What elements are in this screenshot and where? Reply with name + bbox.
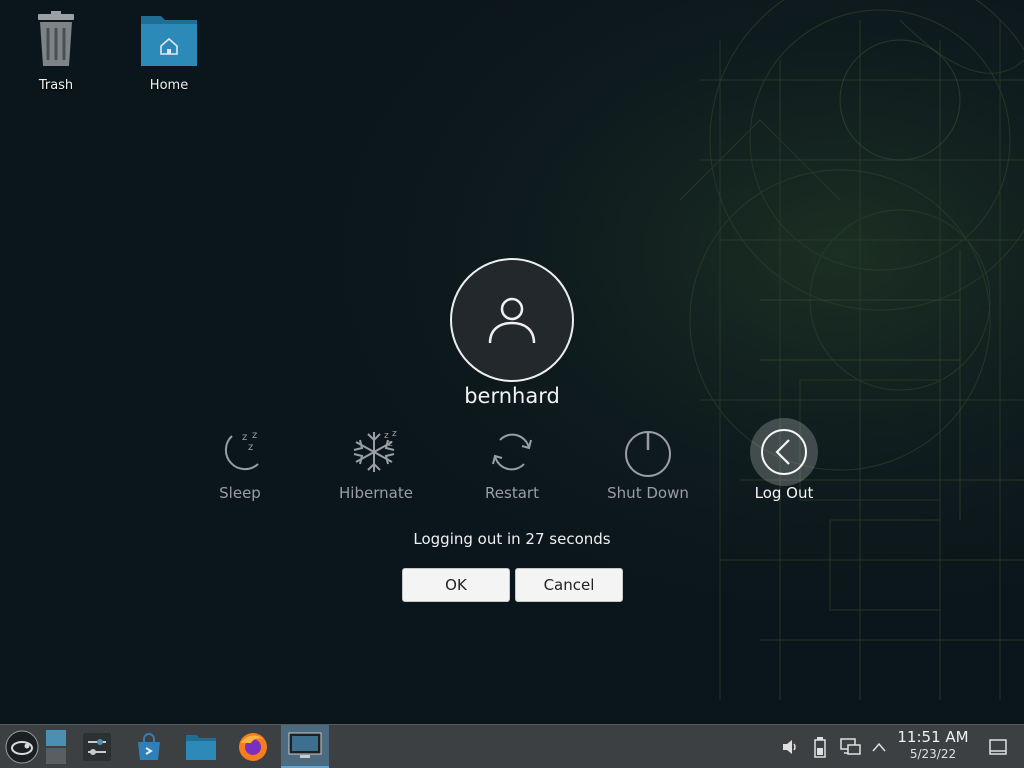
home-folder-icon [139, 8, 199, 72]
restart-label: Restart [485, 484, 539, 502]
snowflake-icon: z z z [342, 418, 410, 486]
sleep-label: Sleep [219, 484, 261, 502]
logout-button[interactable]: Log Out [724, 418, 844, 502]
cancel-button[interactable]: Cancel [515, 568, 623, 602]
svg-text:z: z [388, 439, 393, 449]
power-icon [614, 418, 682, 486]
sleep-button[interactable]: z z z Sleep [180, 418, 300, 502]
logout-label: Log Out [754, 484, 814, 502]
clock-time: 11:51 AM [897, 728, 969, 746]
taskbar-app-file-manager[interactable] [180, 725, 222, 768]
tray-battery[interactable] [808, 725, 832, 768]
taskbar: 11:51 AM 5/23/22 [0, 724, 1024, 768]
show-desktop-icon [989, 738, 1007, 755]
taskbar-app-system-settings[interactable] [76, 725, 118, 768]
desktop-icon-label: Home [149, 78, 189, 93]
svg-text:z: z [252, 430, 257, 441]
show-desktop-button[interactable] [984, 725, 1012, 768]
svg-text:z: z [392, 429, 397, 439]
tray-expand-icon [872, 742, 886, 751]
tray-network[interactable] [838, 725, 864, 768]
network-icon [840, 737, 861, 755]
shutdown-label: Shut Down [607, 484, 689, 502]
virtual-desktop-pager[interactable] [42, 725, 70, 768]
desktop-icon-home[interactable]: Home [124, 8, 214, 93]
username-label: bernhard [464, 384, 560, 408]
battery-icon [814, 736, 826, 758]
restart-button[interactable]: Restart [452, 418, 572, 502]
logout-countdown-text: Logging out in 27 seconds [413, 530, 611, 548]
trash-icon [26, 8, 86, 72]
desktop-icon-label: Trash [38, 78, 74, 93]
hibernate-label: Hibernate [339, 484, 413, 502]
user-icon [488, 297, 536, 344]
ok-button[interactable]: OK [402, 568, 510, 602]
system-settings-icon [83, 732, 111, 761]
discover-store-icon [138, 732, 160, 760]
taskbar-app-active-window[interactable] [281, 725, 329, 768]
tray-volume[interactable] [778, 725, 802, 768]
file-manager-icon [186, 734, 216, 760]
digital-clock[interactable]: 11:51 AM 5/23/22 [894, 728, 972, 761]
pager-icon [46, 729, 66, 764]
taskbar-app-firefox[interactable] [232, 725, 274, 768]
volume-icon [783, 739, 796, 754]
desktop-icon-trash[interactable]: Trash [11, 8, 101, 93]
logout-arrow-icon [750, 418, 818, 486]
sleep-icon: z z z [206, 418, 274, 486]
hibernate-button[interactable]: z z z Hibernate [316, 418, 436, 502]
opensuse-launcher-icon [5, 730, 39, 763]
svg-text:z: z [242, 432, 247, 443]
user-avatar [450, 258, 574, 382]
svg-text:z: z [248, 442, 253, 453]
tray-expand-button[interactable] [868, 725, 890, 768]
clock-date: 5/23/22 [909, 747, 957, 761]
firefox-icon [239, 732, 267, 761]
shutdown-button[interactable]: Shut Down [588, 418, 708, 502]
taskbar-app-discover[interactable] [128, 725, 170, 768]
monitor-app-icon [288, 732, 322, 758]
application-launcher[interactable] [2, 725, 42, 768]
restart-icon [478, 418, 546, 486]
